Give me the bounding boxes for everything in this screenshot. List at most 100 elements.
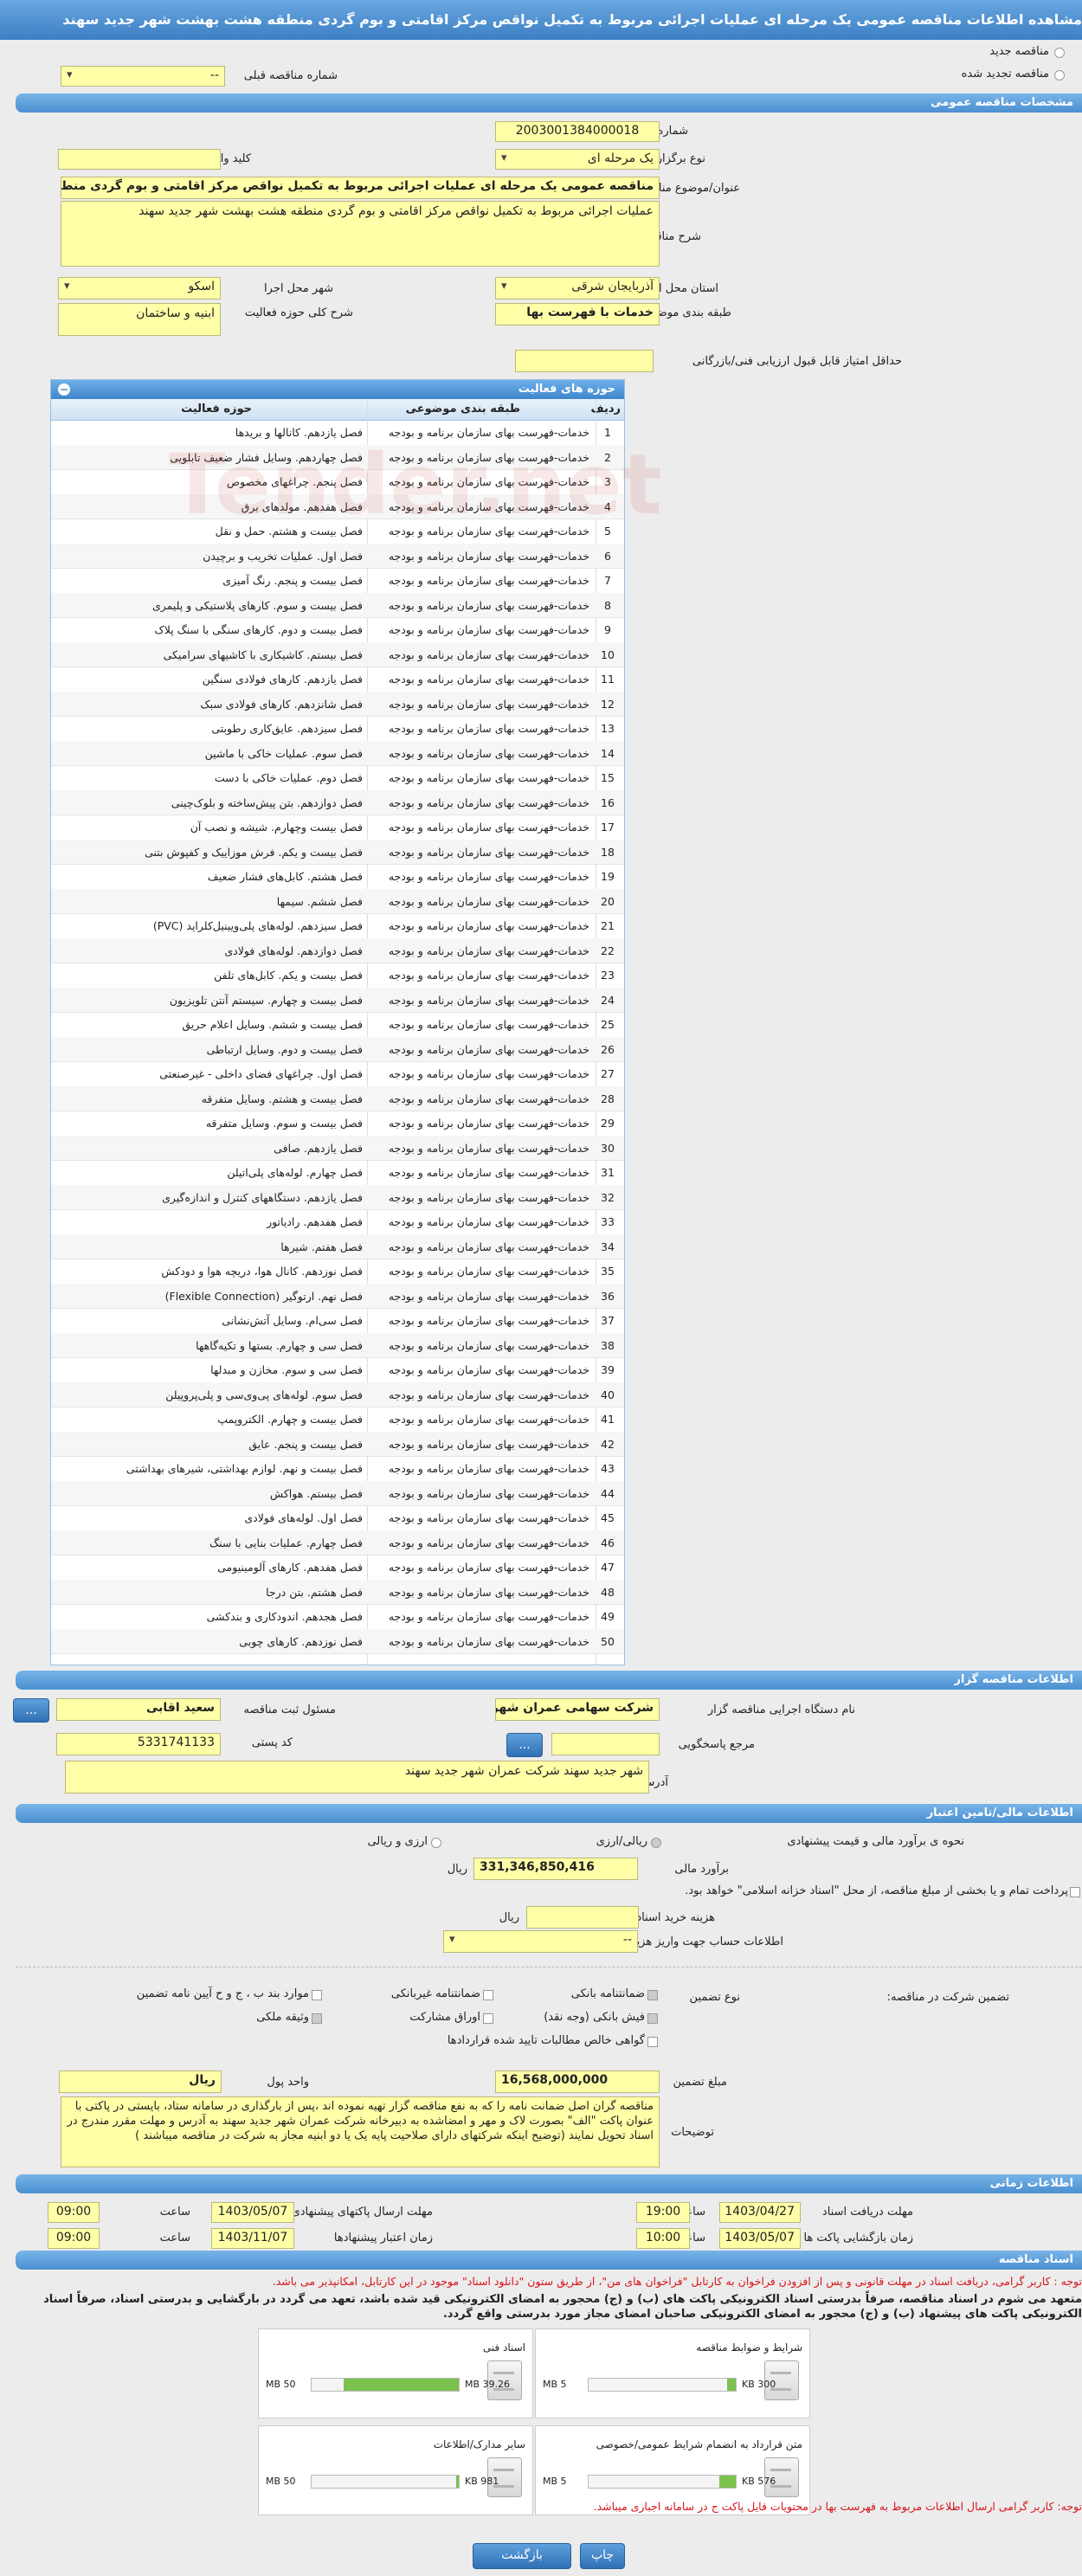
row-index: 27 <box>601 1067 615 1080</box>
row-index: 36 <box>601 1289 615 1303</box>
estimate-type-label: نحوه ی برآورد مالی و قیمت پیشنهادی <box>787 1835 964 1848</box>
col-category-header: طبقه بندی موضوعی <box>405 402 520 415</box>
section-timing: اطلاعات زمانی <box>16 2174 1082 2193</box>
opt-receivables-label: گواهی خالص مطالبات تایید شده قراردادها <box>447 2034 645 2047</box>
participation-label: تضمین شرکت در مناقصه: <box>886 1991 1009 2004</box>
row-activity: فصل اول. چراغهای فضای داخلی - غیرصنعتی <box>159 1067 363 1080</box>
collapse-icon[interactable]: − <box>58 383 70 396</box>
opt-nonbank-guarantee-checkbox[interactable] <box>483 1990 493 2000</box>
table-row: 42 خدمات-فهرست بهای سازمان برنامه و بودجه… <box>51 1431 624 1457</box>
submit-time-label: ساعت <box>159 2206 190 2219</box>
opt-bonds-checkbox[interactable] <box>483 2013 493 2024</box>
row-index: 49 <box>601 1610 615 1623</box>
table-row: 30 خدمات-فهرست بهای سازمان برنامه و بودجه… <box>51 1135 624 1161</box>
row-activity: فصل اول. عملیات تخریب و برچیدن <box>203 549 363 563</box>
activity-grid-header: حوزه های فعالیت − <box>51 380 624 399</box>
table-row: 29 خدمات-فهرست بهای سازمان برنامه و بودجه… <box>51 1111 624 1137</box>
watermark: Tender.net <box>169 436 662 533</box>
guarantee-amount-field: 16,568,000,000 <box>495 2070 660 2093</box>
row-activity: فصل نوزدهم. کانال هوا، دریچه هوا و دودکش <box>161 1265 363 1278</box>
row-index: 8 <box>604 598 611 612</box>
row-index: 21 <box>601 919 615 932</box>
doc-deadline-date: 1403/04/27 <box>719 2202 801 2223</box>
row-activity: فصل هفتم. شیرها <box>280 1240 363 1253</box>
opt-cash-checkbox[interactable] <box>647 2013 658 2024</box>
doc-deadline-label: مهلت دریافت اسناد <box>821 2206 913 2219</box>
opt-bank-guarantee-checkbox[interactable] <box>647 1990 658 2000</box>
row-index: 46 <box>601 1536 615 1549</box>
section-documents: اسناد مناقصه <box>16 2251 1082 2270</box>
new-tender-radio[interactable] <box>1054 48 1065 58</box>
reference-picker-button[interactable]: ... <box>506 1733 543 1757</box>
file-other[interactable]: سایر مدارک/اطلاعات 981 KB 50 MB <box>258 2425 533 2515</box>
prev-tender-select[interactable]: -- <box>61 66 225 87</box>
renewed-tender-radio[interactable] <box>1054 70 1065 80</box>
opt-bank-guarantee-label: ضمانتنامه بانکی <box>570 1987 645 2000</box>
file-max-size: 50 MB <box>266 2379 296 2390</box>
row-activity: فصل بیست و یکم. فرش موزاییک و کفپوش بتنی <box>145 845 363 859</box>
submit-date: 1403/05/07 <box>211 2202 294 2223</box>
row-category: خدمات-فهرست بهای سازمان برنامه و بودجه <box>388 969 589 982</box>
row-index: 13 <box>601 722 615 735</box>
row-index: 43 <box>601 1462 615 1475</box>
activity-grid-title: حوزه های فعالیت <box>518 383 615 396</box>
row-activity: فصل بیست و سوم. کارهای پلاستیکی و پلیمری <box>151 598 363 612</box>
row-category: خدمات-فهرست بهای سازمان برنامه و بودجه <box>388 821 589 834</box>
file-name: شرایط و ضوابط مناقصه <box>696 2341 802 2354</box>
row-category: خدمات-فهرست بهای سازمان برنامه و بودجه <box>388 771 589 784</box>
file-name: متن قرارداد به انضمام شرایط عمومی/خصوصی <box>596 2438 802 2450</box>
open-time: 10:00 <box>636 2228 690 2249</box>
row-category: خدمات-فهرست بهای سازمان برنامه و بودجه <box>388 795 589 809</box>
tender-type-select[interactable]: یک مرحله ای <box>495 149 660 170</box>
row-category: خدمات-فهرست بهای سازمان برنامه و بودجه <box>388 894 589 908</box>
more-button[interactable]: ... <box>13 1698 49 1723</box>
opt-receivables-checkbox[interactable] <box>647 2037 658 2047</box>
row-activity: فصل بیست و چهارم. الکتروپمپ <box>217 1413 363 1426</box>
row-index: 39 <box>601 1363 615 1376</box>
row-activity: فصل دوم. عملیات خاکی با دست <box>214 771 363 784</box>
file-max-size: 5 MB <box>543 2379 567 2390</box>
rial-radio[interactable] <box>651 1838 661 1848</box>
row-category: خدمات-فهرست بهای سازمان برنامه و بودجه <box>388 919 589 932</box>
row-category: خدمات-فهرست بهای سازمان برنامه و بودجه <box>388 1388 589 1401</box>
treasury-label: پرداخت تمام و یا بخشی از مبلغ مناقصه، از… <box>685 1884 1068 1897</box>
file-size: 981 KB <box>465 2476 499 2487</box>
submit-label: مهلت ارسال پاکتهای پیشنهادی <box>291 2206 433 2219</box>
row-index: 45 <box>601 1511 615 1524</box>
file-max-size: 50 MB <box>266 2476 296 2487</box>
row-index: 29 <box>601 1117 615 1130</box>
row-activity: فصل بیست و یکم. کابل‌های تلفن <box>214 969 363 982</box>
row-index: 10 <box>601 647 615 661</box>
print-button[interactable]: چاپ <box>580 2543 625 2569</box>
account-select[interactable]: -- <box>443 1930 638 1953</box>
row-activity: فصل نوزدهم. کارهای چوبی <box>239 1634 363 1648</box>
opt-property-checkbox[interactable] <box>312 2013 322 2024</box>
row-index: 9 <box>604 623 611 636</box>
file-terms[interactable]: شرایط و ضوابط مناقصه 300 KB 5 MB <box>535 2328 810 2418</box>
row-activity: فصل چهارم. لوله‌های پلی‌اتیلن <box>227 1166 363 1179</box>
row-index: 28 <box>601 1092 615 1105</box>
row-category: خدمات-فهرست بهای سازمان برنامه و بودجه <box>388 746 589 760</box>
notes-label: توضیحات <box>671 2126 714 2139</box>
file-technical[interactable]: اسناد فنی 39.26 MB 50 MB <box>258 2328 533 2418</box>
row-category: خدمات-فهرست بهای سازمان برنامه و بودجه <box>388 1067 589 1080</box>
treasury-checkbox[interactable] <box>1070 1887 1080 1897</box>
row-activity: فصل بیست وچهارم. شیشه و نصب آن <box>190 821 363 834</box>
row-activity: فصل سیزدهم. عایق‌کاری رطوبتی <box>211 722 363 735</box>
city-select[interactable]: اسکو <box>58 277 221 299</box>
fx-rial-radio[interactable] <box>431 1838 441 1848</box>
back-button[interactable]: بازگشت <box>473 2543 571 2569</box>
row-index: 47 <box>601 1561 615 1574</box>
page-title: مشاهده اطلاعات مناقصه عمومی یک مرحله ای … <box>0 0 1082 40</box>
currency-field: ریال <box>59 2070 222 2093</box>
row-category: خدمات-فهرست بهای سازمان برنامه و بودجه <box>388 1215 589 1228</box>
row-index: 42 <box>601 1437 615 1451</box>
province-select[interactable]: آذربایجان شرقی <box>495 277 660 299</box>
estimate-unit: ریال <box>447 1863 467 1876</box>
row-activity: فصل هجدهم. اندودکاری و بندکشی <box>206 1610 363 1623</box>
row-category: خدمات-فهرست بهای سازمان برنامه و بودجه <box>388 1117 589 1130</box>
opt-clauses-checkbox[interactable] <box>312 1990 322 2000</box>
row-activity: فصل سوم. عملیات خاکی با ماشین <box>204 746 363 760</box>
table-row: 47 خدمات-فهرست بهای سازمان برنامه و بودجه… <box>51 1555 624 1581</box>
row-category: خدمات-فهرست بهای سازمان برنامه و بودجه <box>388 1536 589 1549</box>
